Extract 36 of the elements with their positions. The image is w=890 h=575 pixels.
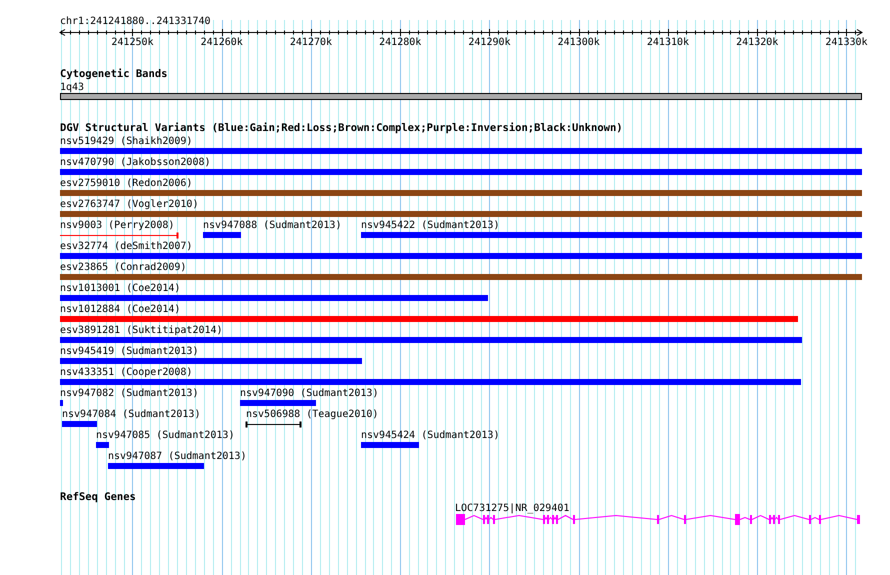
variant-label: nsv947087 (Sudmant2013) [108,451,246,462]
variant-label: nsv947084 (Sudmant2013) [62,409,200,420]
ruler-tick-label: 241300k [558,37,600,48]
track-title: DGV Structural Variants (Blue:Gain;Red:Loss;Brown:Complex;Purple:Inversion;Black:Unknown) [60,122,623,134]
ruler-location-label: chr1:241241880..241331740 [60,16,211,27]
ruler-tick-label: 241260k [200,37,243,48]
variant-label: esv23865 (Conrad2009) [60,262,186,273]
ruler-tick-label: 241250k [111,37,154,48]
variant-label: nsv433351 (Cooper2008) [60,367,192,378]
variant-label: nsv947082 (Sudmant2013) [60,388,198,399]
variant-label: nsv947090 (Sudmant2013) [240,388,378,399]
variant-label: nsv506988 (Teague2010) [246,409,378,420]
ruler-tick-label: 241290k [468,37,511,48]
variant-label: nsv1013001 (Coe2014) [60,283,180,294]
variant-label: nsv947088 (Sudmant2013) [203,220,342,231]
variant-label: nsv1012884 (Coe2014) [60,304,180,315]
band-label: 1q43 [60,82,84,93]
track-title: Cytogenetic Bands [60,68,168,80]
ruler-tick-label: 241320k [736,37,778,48]
ruler-tick-label: 241280k [379,37,422,48]
variant-label: nsv945424 (Sudmant2013) [361,430,500,441]
variant-label: nsv945419 (Sudmant2013) [60,346,198,357]
gene-label: LOC731275|NR_029401 [455,503,570,514]
ruler-tick-label: 241330k [825,37,868,48]
variant-label: nsv947085 (Sudmant2013) [96,430,234,441]
variant-label: esv32774 (deSmith2007) [60,241,192,252]
variant-label: esv2763747 (Vogler2010) [60,199,198,210]
variant-label: nsv945422 (Sudmant2013) [361,220,500,231]
ruler-tick-label: 241270k [290,37,332,48]
variant-label: esv2759010 (Redon2006) [60,178,192,189]
track-title: RefSeq Genes [60,491,136,503]
variant-label: esv3891281 (Suktitipat2014) [60,325,223,336]
ruler-tick-label: 241310k [646,37,690,48]
variant-label: nsv470790 (Jakobsson2008) [60,157,211,168]
variant-label: nsv519429 (Shaikh2009) [60,136,192,147]
variant-label: nsv9003 (Perry2008) [60,220,174,231]
